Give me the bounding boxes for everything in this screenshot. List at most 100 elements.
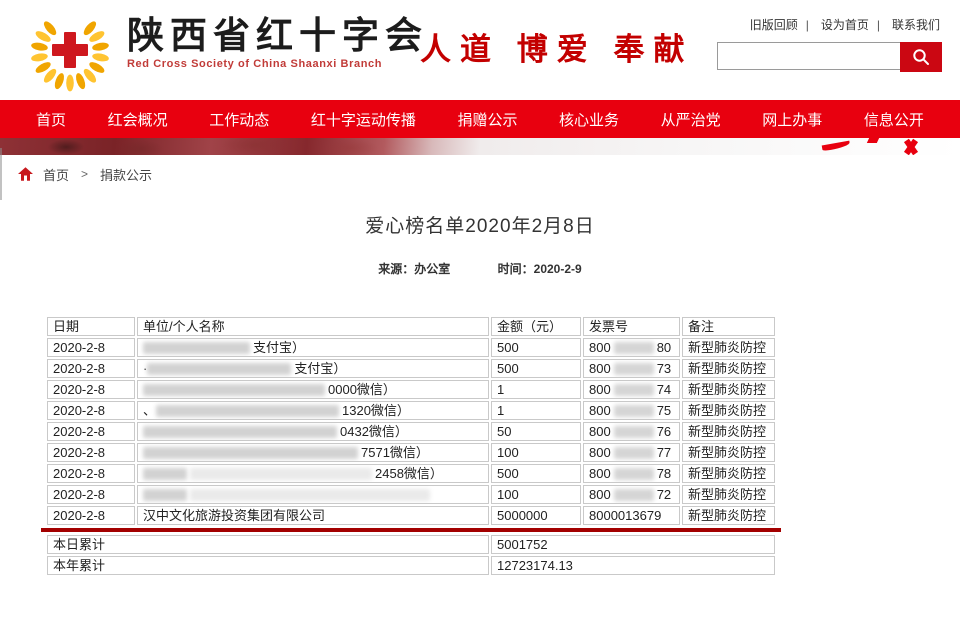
home-icon[interactable] xyxy=(18,167,33,181)
invoice-cell: 800 73 xyxy=(583,359,680,378)
nav-item[interactable]: 捐赠公示 xyxy=(457,109,517,130)
site-title: 陕西省红十字会 xyxy=(127,15,428,56)
note-cell: 新型肺炎防控 xyxy=(682,338,775,357)
note-cell: 新型肺炎防控 xyxy=(682,422,775,441)
donation-table: 日期 单位/个人名称 金额（元） 发票号 备注 2020-2-8 支付宝） 500 800 80 新… xyxy=(45,315,777,527)
redacted-name-blur xyxy=(190,468,372,480)
table-row: 2020-2-8 2458微信） 500 800 78 新型肺炎防控 xyxy=(47,464,775,483)
nav-item[interactable]: 红会概况 xyxy=(108,109,168,130)
summary-label-cell: 本年累计 xyxy=(47,556,489,575)
amount-cell: 1 xyxy=(491,380,581,399)
donor-name-cell: · 支付宝） xyxy=(137,359,489,378)
article-meta: 来源：办公室 时间：2020-2-9 xyxy=(0,260,960,277)
top-link[interactable]: 旧版回顾 xyxy=(748,18,800,32)
column-header: 金额（元） xyxy=(491,317,581,336)
table-row: 2020-2-8 100 800 72 新型肺炎防控 xyxy=(47,485,775,504)
invoice-cell: 8000013679 xyxy=(583,506,680,525)
highlight-underline xyxy=(41,528,781,532)
invoice-cell: 800 77 xyxy=(583,443,680,462)
table-row: 2020-2-8 汉中文化旅游投资集团有限公司 5000000 8000013679 新… xyxy=(47,506,775,525)
date-cell: 2020-2-8 xyxy=(47,485,135,504)
summary-row: 本年累计 12723174.13 xyxy=(47,556,775,575)
redacted-name-blur xyxy=(147,363,292,375)
nav-item[interactable]: 工作动态 xyxy=(209,109,269,130)
red-cross-wreath-icon[interactable] xyxy=(24,6,116,92)
redacted-name-blur xyxy=(143,426,337,438)
donor-name-cell: 支付宝） xyxy=(137,338,489,357)
top-links: 旧版回顾 | 设为首页 | 联系我们 xyxy=(748,16,942,33)
top-link[interactable]: 联系我们 xyxy=(890,18,942,32)
note-cell: 新型肺炎防控 xyxy=(682,464,775,483)
redacted-name-blur xyxy=(143,489,187,501)
article-source: 来源：办公室 xyxy=(378,262,451,276)
date-cell: 2020-2-8 xyxy=(47,506,135,525)
redacted-invoice-blur xyxy=(613,447,654,459)
amount-cell: 500 xyxy=(491,359,581,378)
amount-cell: 100 xyxy=(491,443,581,462)
breadcrumb-home[interactable]: 首页 xyxy=(43,165,69,184)
table-row: 2020-2-8 0000微信） 1 800 74 新型肺炎防控 xyxy=(47,380,775,399)
amount-cell: 5000000 xyxy=(491,506,581,525)
column-header: 发票号 xyxy=(583,317,680,336)
donor-name-cell: 汉中文化旅游投资集团有限公司 xyxy=(137,506,489,525)
amount-cell: 500 xyxy=(491,464,581,483)
search-button[interactable] xyxy=(900,42,942,72)
breadcrumb-current[interactable]: 捐款公示 xyxy=(100,165,152,184)
nav-item[interactable]: 信息公开 xyxy=(864,109,924,130)
note-cell: 新型肺炎防控 xyxy=(682,485,775,504)
redacted-name-blur xyxy=(190,489,430,501)
column-header: 单位/个人名称 xyxy=(137,317,489,336)
site-subtitle: Red Cross Society of China Shaanxi Branc… xyxy=(127,58,383,70)
page-edge-artifact xyxy=(0,148,2,200)
banner-image-strip xyxy=(0,138,960,155)
top-link[interactable]: 设为首页 xyxy=(819,18,871,32)
donor-name-cell: 2458微信） xyxy=(137,464,489,483)
date-cell: 2020-2-8 xyxy=(47,443,135,462)
amount-cell: 500 xyxy=(491,338,581,357)
note-cell: 新型肺炎防控 xyxy=(682,401,775,420)
donor-name-cell: 、 1320微信） xyxy=(137,401,489,420)
donor-name-cell xyxy=(137,485,489,504)
top-link-separator: | xyxy=(805,18,809,32)
donor-name-cell: 0432微信） xyxy=(137,422,489,441)
note-cell: 新型肺炎防控 xyxy=(682,506,775,525)
nav-item[interactable]: 红十字运动传播 xyxy=(311,109,416,130)
breadcrumb: 首页 > 捐款公示 xyxy=(0,155,960,193)
redacted-name-blur xyxy=(156,405,340,417)
donor-name-cell: 0000微信） xyxy=(137,380,489,399)
nav-item[interactable]: 从严治党 xyxy=(661,109,721,130)
summary-row: 本日累计 5001752 xyxy=(47,535,775,554)
invoice-cell: 800 72 xyxy=(583,485,680,504)
banner-red-fragment xyxy=(866,138,880,143)
table-row: 2020-2-8 7571微信） 100 800 77 新型肺炎防控 xyxy=(47,443,775,462)
banner-red-fragment xyxy=(821,140,851,152)
search-icon xyxy=(911,47,931,67)
nav-item[interactable]: 核心业务 xyxy=(559,109,619,130)
redacted-invoice-blur xyxy=(613,384,654,396)
table-row: 2020-2-8、 1320微信） 1 800 75 新型肺炎防控 xyxy=(47,401,775,420)
nav-item[interactable]: 首页 xyxy=(36,109,66,130)
redacted-name-blur xyxy=(143,342,250,354)
invoice-cell: 800 74 xyxy=(583,380,680,399)
redacted-invoice-blur xyxy=(613,342,654,354)
table-row: 2020-2-8 0432微信） 50 800 76 新型肺炎防控 xyxy=(47,422,775,441)
article-time: 时间：2020-2-9 xyxy=(497,262,582,276)
redacted-invoice-blur xyxy=(613,405,654,417)
note-cell: 新型肺炎防控 xyxy=(682,380,775,399)
invoice-cell: 800 76 xyxy=(583,422,680,441)
donor-name-cell: 7571微信） xyxy=(137,443,489,462)
date-cell: 2020-2-8 xyxy=(47,422,135,441)
amount-cell: 50 xyxy=(491,422,581,441)
nav-item[interactable]: 网上办事 xyxy=(762,109,822,130)
summary-value-cell: 5001752 xyxy=(491,535,775,554)
invoice-cell: 800 75 xyxy=(583,401,680,420)
search-input[interactable] xyxy=(717,42,900,70)
top-link-separator: | xyxy=(876,18,880,32)
note-cell: 新型肺炎防控 xyxy=(682,443,775,462)
summary-value-cell: 12723174.13 xyxy=(491,556,775,575)
main-nav: 首页 红会概况 工作动态 红十字运动传播 捐赠公示 核心业务 从严治党 网上办事 信息公开 xyxy=(0,100,960,138)
brand-block: 陕西省红十字会 Red Cross Society of China Shaan… xyxy=(127,15,428,71)
table-row: 2020-2-8 · 支付宝） 500 800 73 新型肺炎防控 xyxy=(47,359,775,378)
date-cell: 2020-2-8 xyxy=(47,338,135,357)
date-cell: 2020-2-8 xyxy=(47,464,135,483)
